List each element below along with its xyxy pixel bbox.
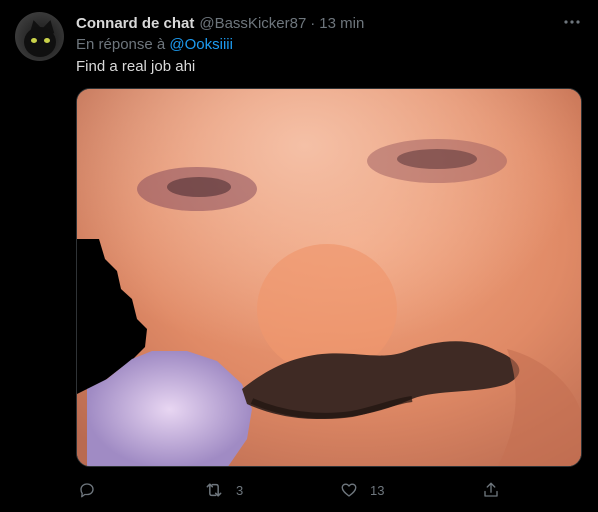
like-count: 13 — [370, 482, 385, 498]
reply-icon — [80, 483, 94, 498]
retweet-button[interactable]: 3 — [204, 481, 243, 499]
retweet-count: 3 — [236, 482, 244, 498]
display-name[interactable]: Connard de chat — [76, 15, 194, 32]
reply-context: En réponse à @Ooksiiii — [76, 36, 233, 53]
tweet-actions: 3 13 — [76, 481, 506, 501]
separator-dot: · — [310, 14, 316, 32]
more-options-button[interactable] — [562, 14, 582, 30]
heart-icon — [341, 483, 357, 497]
tweet-media-image[interactable] — [76, 88, 582, 467]
reply-button[interactable] — [78, 481, 96, 499]
reply-mention-link[interactable]: @Ooksiiii — [169, 36, 233, 53]
media-face-image — [77, 89, 581, 466]
more-dots-icon — [564, 20, 580, 24]
like-button[interactable]: 13 — [340, 481, 384, 499]
cat-head — [24, 27, 56, 57]
tweet-text: Find a real job ahi — [76, 58, 196, 75]
retweet-icon — [206, 483, 222, 497]
share-icon — [484, 482, 498, 497]
share-button[interactable] — [482, 481, 500, 499]
reply-prefix: En réponse à — [76, 36, 166, 53]
avatar[interactable] — [15, 12, 64, 61]
user-handle[interactable]: @BassKicker87 — [199, 15, 306, 32]
cat-eye-left — [31, 38, 37, 43]
timestamp[interactable]: 13 min — [319, 15, 364, 32]
tweet-header: Connard de chat @BassKicker87 · 13 min — [76, 13, 364, 33]
tweet[interactable]: Connard de chat @BassKicker87 · 13 min E… — [0, 0, 598, 512]
cat-eye-right — [44, 38, 50, 43]
